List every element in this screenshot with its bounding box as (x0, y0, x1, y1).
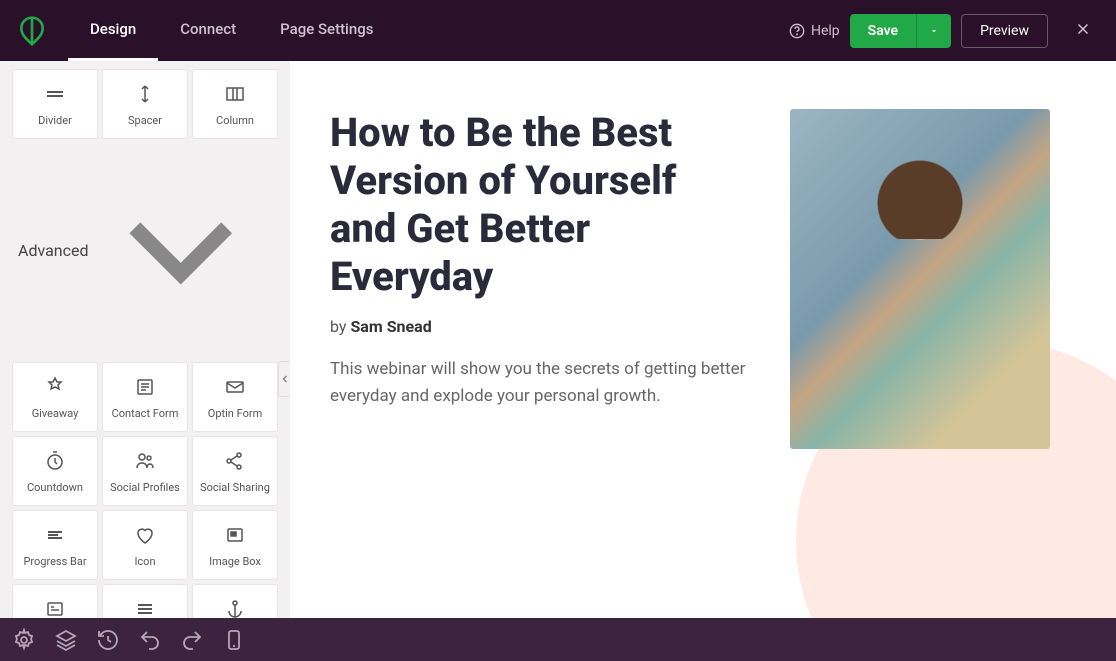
contact-form-icon (133, 375, 157, 399)
tab-connect[interactable]: Connect (158, 0, 258, 61)
layers-icon (54, 628, 78, 652)
widget-label: Social Sharing (200, 481, 270, 494)
widget-label: Optin Form (208, 407, 262, 420)
widget-divider[interactable]: Divider (12, 69, 98, 139)
widget-icon-box[interactable]: Icon Box (12, 584, 98, 618)
chevron-down-icon (929, 23, 939, 39)
widget-social-sharing[interactable]: Social Sharing (192, 436, 278, 506)
sidebar-collapse-handle[interactable] (278, 361, 290, 397)
widget-label: Divider (38, 114, 72, 127)
hero-photo[interactable] (790, 109, 1050, 449)
bottom-toolbar (0, 618, 1116, 661)
basic-widget-grid: Divider Spacer Column (0, 61, 290, 147)
undo-icon (138, 628, 162, 652)
widget-spacer[interactable]: Spacer (102, 69, 188, 139)
canvas[interactable]: How to Be the Best Version of Yourself a… (290, 61, 1116, 618)
help-icon (789, 23, 805, 39)
anchor-icon (223, 597, 247, 618)
page-description[interactable]: This webinar will show you the secrets o… (330, 356, 750, 410)
text-column: How to Be the Best Version of Yourself a… (330, 109, 750, 449)
responsive-button[interactable] (222, 628, 246, 652)
logo (16, 15, 48, 47)
widget-optin-form[interactable]: Optin Form (192, 362, 278, 432)
history-icon (96, 628, 120, 652)
widget-label: Progress Bar (23, 555, 86, 568)
progress-bar-icon (43, 523, 67, 547)
heart-icon (133, 523, 157, 547)
chevron-down-icon (89, 159, 272, 342)
save-dropdown[interactable] (916, 14, 951, 48)
widget-sidebar: Divider Spacer Column Advanced Giveaway … (0, 61, 290, 618)
widget-countdown[interactable]: Countdown (12, 436, 98, 506)
save-button[interactable]: Save (850, 14, 916, 48)
settings-button[interactable] (12, 628, 36, 652)
widget-social-profiles[interactable]: Social Profiles (102, 436, 188, 506)
icon-box-icon (43, 597, 67, 618)
byline-author: Sam Snead (350, 317, 431, 336)
widget-contact-form[interactable]: Contact Form (102, 362, 188, 432)
countdown-icon (43, 449, 67, 473)
widget-label: Giveaway (32, 407, 79, 420)
widget-label: Image Box (209, 555, 261, 568)
spacer-icon (133, 82, 157, 106)
widget-anchor[interactable]: Anchor (192, 584, 278, 618)
undo-button[interactable] (138, 628, 162, 652)
widget-giveaway[interactable]: Giveaway (12, 362, 98, 432)
widget-label: Icon (134, 555, 155, 568)
image-box-icon (223, 523, 247, 547)
save-button-group: Save (850, 14, 951, 48)
advanced-section-header[interactable]: Advanced (0, 147, 290, 354)
close-icon (1074, 20, 1092, 38)
widget-label: Column (216, 114, 254, 127)
divider-icon (43, 82, 67, 106)
widget-image-box[interactable]: Image Box (192, 510, 278, 580)
giveaway-icon (43, 375, 67, 399)
close-button[interactable] (1066, 15, 1100, 47)
widget-nav-menu[interactable]: Nav Menu (102, 584, 188, 618)
layers-button[interactable] (54, 628, 78, 652)
redo-icon (180, 628, 204, 652)
gear-icon (12, 628, 36, 652)
page-headline[interactable]: How to Be the Best Version of Yourself a… (330, 109, 750, 301)
tab-page-settings[interactable]: Page Settings (258, 0, 395, 61)
redo-button[interactable] (180, 628, 204, 652)
widget-label: Spacer (128, 114, 162, 127)
section-title: Advanced (18, 241, 89, 260)
help-label: Help (811, 23, 840, 39)
widget-column[interactable]: Column (192, 69, 278, 139)
social-profiles-icon (133, 449, 157, 473)
optin-form-icon (223, 375, 247, 399)
page-content: How to Be the Best Version of Yourself a… (330, 109, 1076, 449)
widget-label: Countdown (27, 481, 83, 494)
header-tabs: Design Connect Page Settings (68, 0, 395, 61)
widget-icon[interactable]: Icon (102, 510, 188, 580)
nav-menu-icon (133, 597, 157, 618)
preview-button[interactable]: Preview (961, 14, 1048, 48)
main-area: Divider Spacer Column Advanced Giveaway … (0, 61, 1116, 618)
header-actions: Help Save Preview (789, 14, 1100, 48)
byline[interactable]: by Sam Snead (330, 317, 750, 336)
column-icon (223, 82, 247, 106)
social-sharing-icon (223, 449, 247, 473)
byline-prefix: by (330, 317, 350, 336)
chevron-left-icon (279, 362, 290, 396)
help-link[interactable]: Help (789, 23, 840, 39)
tab-design[interactable]: Design (68, 0, 158, 61)
widget-progress-bar[interactable]: Progress Bar (12, 510, 98, 580)
mobile-icon (222, 628, 246, 652)
widget-label: Contact Form (112, 407, 179, 420)
widget-label: Social Profiles (110, 481, 180, 494)
history-button[interactable] (96, 628, 120, 652)
app-header: Design Connect Page Settings Help Save P… (0, 0, 1116, 61)
advanced-widget-grid: Giveaway Contact Form Optin Form Countdo… (0, 354, 290, 618)
